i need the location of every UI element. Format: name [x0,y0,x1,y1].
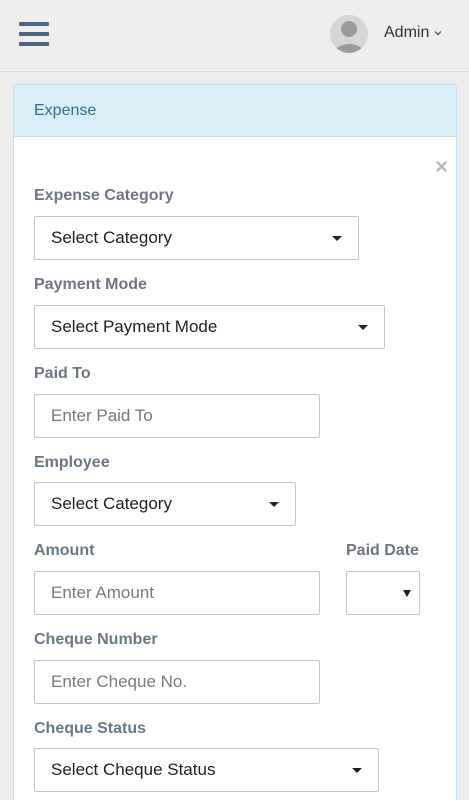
user-avatar-icon[interactable] [330,15,368,53]
amount-input[interactable]: Enter Amount [34,571,320,615]
caret-down-icon [332,236,342,241]
caret-down-icon [352,768,362,773]
payment-mode-label: Payment Mode [34,276,147,293]
caret-down-icon [358,325,368,330]
chevron-down-icon [434,31,442,36]
close-icon[interactable]: × [435,156,448,178]
amount-placeholder: Enter Amount [51,583,155,602]
cheque-status-select[interactable]: Select Cheque Status [34,748,379,792]
paid-to-label: Paid To [34,365,91,382]
expense-category-select[interactable]: Select Category [34,216,359,260]
payment-mode-select[interactable]: Select Payment Mode [34,305,385,349]
employee-label: Employee [34,454,110,471]
panel-title: Expense [34,101,97,119]
paid-to-placeholder: Enter Paid To [51,406,153,425]
user-name: Admin [384,24,430,41]
cheque-number-label: Cheque Number [34,631,158,648]
cheque-status-label: Cheque Status [34,720,147,737]
expense-category-value: Select Category [51,228,172,247]
paid-date-select[interactable] [346,571,420,615]
expense-category-label: Expense Category [34,187,174,204]
paid-date-label: Paid Date [346,542,419,559]
employee-value: Select Category [51,494,172,513]
payment-mode-value: Select Payment Mode [51,317,218,336]
cheque-number-placeholder: Enter Cheque No. [51,672,188,691]
panel-heading: Expense [14,85,456,137]
caret-down-icon [269,502,279,507]
user-menu[interactable]: Admin [384,22,442,44]
hamburger-icon[interactable] [19,22,49,46]
top-bar: Admin [0,0,469,72]
employee-select[interactable]: Select Category [34,482,296,526]
amount-label: Amount [34,542,95,559]
caret-down-icon [403,590,411,597]
cheque-status-value: Select Cheque Status [51,760,216,779]
paid-to-input[interactable]: Enter Paid To [34,394,320,438]
cheque-number-input[interactable]: Enter Cheque No. [34,660,320,704]
